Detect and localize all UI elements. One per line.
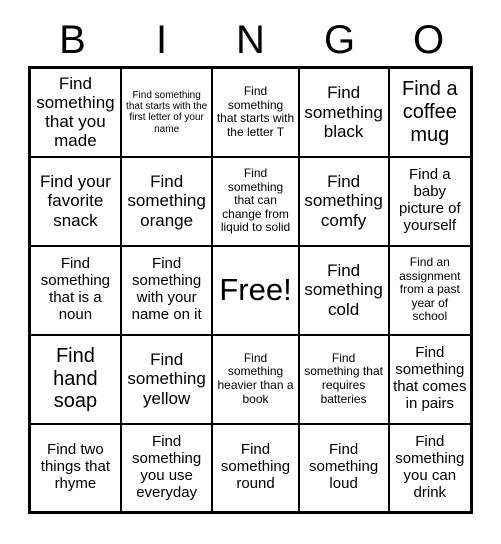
bingo-cell-i4[interactable]: Find something yellow	[119, 333, 214, 425]
bingo-cell-o4[interactable]: Find something that comes in pairs	[387, 333, 473, 425]
bingo-cell-n1[interactable]: Find something that starts with the lett…	[211, 66, 300, 158]
bingo-row: Find something that you made Find someth…	[28, 66, 473, 158]
bingo-cell-o3[interactable]: Find an assignment from a past year of s…	[387, 244, 473, 336]
bingo-cell-b5[interactable]: Find two things that rhyme	[28, 422, 122, 514]
bingo-cell-n4[interactable]: Find something heavier than a book	[211, 333, 300, 425]
bingo-cell-free[interactable]: Free!	[211, 244, 300, 336]
bingo-cell-b1[interactable]: Find something that you made	[28, 66, 122, 158]
bingo-cell-o2[interactable]: Find a baby picture of yourself	[387, 155, 473, 247]
header-letter-b: B	[59, 18, 86, 62]
header-letter-o: O	[412, 18, 445, 62]
bingo-cell-b4[interactable]: Find hand soap	[28, 333, 122, 425]
bingo-cell-n2[interactable]: Find something that can change from liqu…	[211, 155, 300, 247]
bingo-row: Find two things that rhyme Find somethin…	[28, 422, 473, 514]
bingo-grid: Find something that you made Find someth…	[28, 66, 473, 514]
bingo-cell-i1[interactable]: Find something that starts with the firs…	[119, 66, 214, 158]
header-letter-i: I	[155, 18, 168, 62]
bingo-row: Find something that is a noun Find somet…	[28, 244, 473, 336]
bingo-cell-i2[interactable]: Find something orange	[119, 155, 214, 247]
bingo-row: Find your favorite snack Find something …	[28, 155, 473, 247]
bingo-cell-g3[interactable]: Find something cold	[297, 244, 390, 336]
bingo-cell-g1[interactable]: Find something black	[297, 66, 390, 158]
bingo-cell-g4[interactable]: Find something that requires batteries	[297, 333, 390, 425]
bingo-cell-g2[interactable]: Find something comfy	[297, 155, 390, 247]
bingo-cell-i5[interactable]: Find something you use everyday	[119, 422, 214, 514]
header-letter-n: N	[236, 18, 265, 62]
bingo-card: B I N G O Find something that you made F…	[28, 14, 473, 514]
bingo-cell-o5[interactable]: Find something you can drink	[387, 422, 473, 514]
bingo-row: Find hand soap Find something yellow Fin…	[28, 333, 473, 425]
header-letter-g: G	[323, 18, 356, 62]
bingo-cell-b3[interactable]: Find something that is a noun	[28, 244, 122, 336]
bingo-cell-o1[interactable]: Find a coffee mug	[387, 66, 473, 158]
bingo-header: B I N G O	[28, 14, 473, 66]
bingo-cell-n5[interactable]: Find something round	[211, 422, 300, 514]
bingo-cell-i3[interactable]: Find something with your name on it	[119, 244, 214, 336]
bingo-cell-g5[interactable]: Find something loud	[297, 422, 390, 514]
bingo-cell-b2[interactable]: Find your favorite snack	[28, 155, 122, 247]
